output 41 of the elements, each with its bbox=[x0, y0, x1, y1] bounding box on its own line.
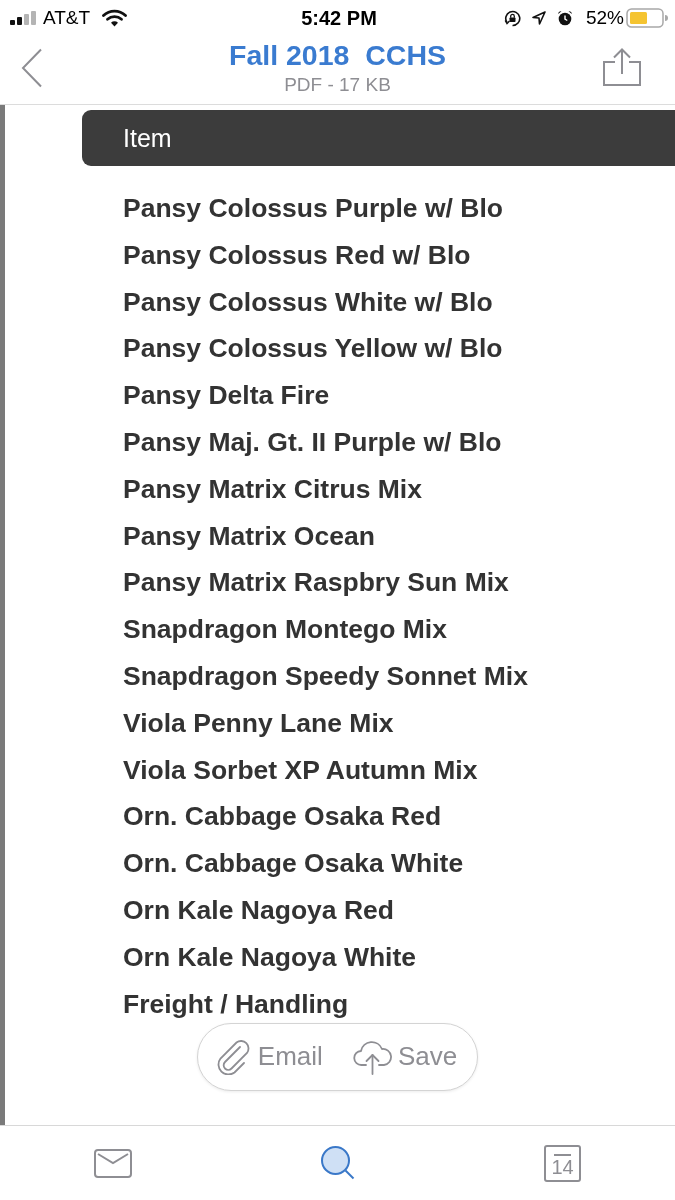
save-button[interactable]: Save bbox=[352, 1038, 458, 1075]
cloud-upload-icon bbox=[352, 1038, 392, 1075]
wifi-icon bbox=[102, 9, 128, 27]
item-name: Pansy Colossus Purple w/ Blo bbox=[123, 193, 503, 223]
battery-percent: 52% bbox=[585, 7, 624, 29]
item-name: Orn. Cabbage Osaka Red bbox=[123, 801, 442, 832]
search-tab[interactable] bbox=[320, 1146, 355, 1180]
item-name: Freight / Handling bbox=[123, 988, 349, 1019]
back-icon[interactable] bbox=[21, 48, 43, 88]
carrier-name: AT&T bbox=[43, 7, 91, 29]
item-name: Orn. Cabbage Osaka White bbox=[123, 848, 464, 879]
email-button[interactable]: Email bbox=[215, 1038, 323, 1075]
document-title: Fall 2018 CCHS bbox=[229, 38, 446, 72]
rotation-lock-icon bbox=[503, 9, 521, 27]
item-name: Pansy Colossus Red w/ Blo bbox=[123, 239, 471, 270]
location-arrow-icon bbox=[531, 11, 546, 25]
paperclip-icon bbox=[215, 1038, 252, 1075]
item-name: Pansy Colossus Yellow w/ Blo bbox=[123, 333, 503, 364]
item-name: Orn Kale Nagoya Red bbox=[123, 894, 394, 925]
item-name: Snapdragon Montego Mix bbox=[123, 614, 447, 645]
item-name: Pansy Maj. Gt. II Purple w/ Blo bbox=[123, 427, 502, 457]
item-name: Pansy Delta Fire bbox=[123, 380, 330, 411]
status-time: 5:42 PM bbox=[301, 6, 377, 29]
mail-tab[interactable] bbox=[93, 1148, 132, 1178]
item-name: Orn Kale Nagoya White bbox=[123, 941, 417, 972]
share-icon[interactable] bbox=[603, 48, 641, 86]
alarm-clock-icon bbox=[556, 10, 573, 26]
calendar-tab[interactable]: 14 bbox=[544, 1144, 581, 1182]
signal-icon bbox=[10, 11, 37, 25]
column-heading: Item bbox=[123, 123, 172, 153]
search-icon bbox=[320, 1146, 355, 1180]
document-subtitle: PDF - 17 KB bbox=[284, 73, 391, 97]
mail-icon bbox=[93, 1148, 132, 1178]
item-name: Pansy Matrix Raspbry Sun Mix bbox=[123, 567, 509, 598]
item-name: Snapdragon Speedy Sonnet Mix bbox=[123, 660, 528, 691]
item-name: Viola Penny Lane Mix bbox=[123, 707, 394, 738]
item-name: Pansy Matrix Ocean bbox=[123, 520, 375, 551]
item-name: Pansy Matrix Citrus Mix bbox=[123, 473, 422, 504]
battery-icon bbox=[626, 8, 668, 28]
item-name: Viola Sorbet XP Autumn Mix bbox=[123, 754, 478, 785]
item-name: Pansy Colossus White w/ Blo bbox=[123, 286, 493, 317]
